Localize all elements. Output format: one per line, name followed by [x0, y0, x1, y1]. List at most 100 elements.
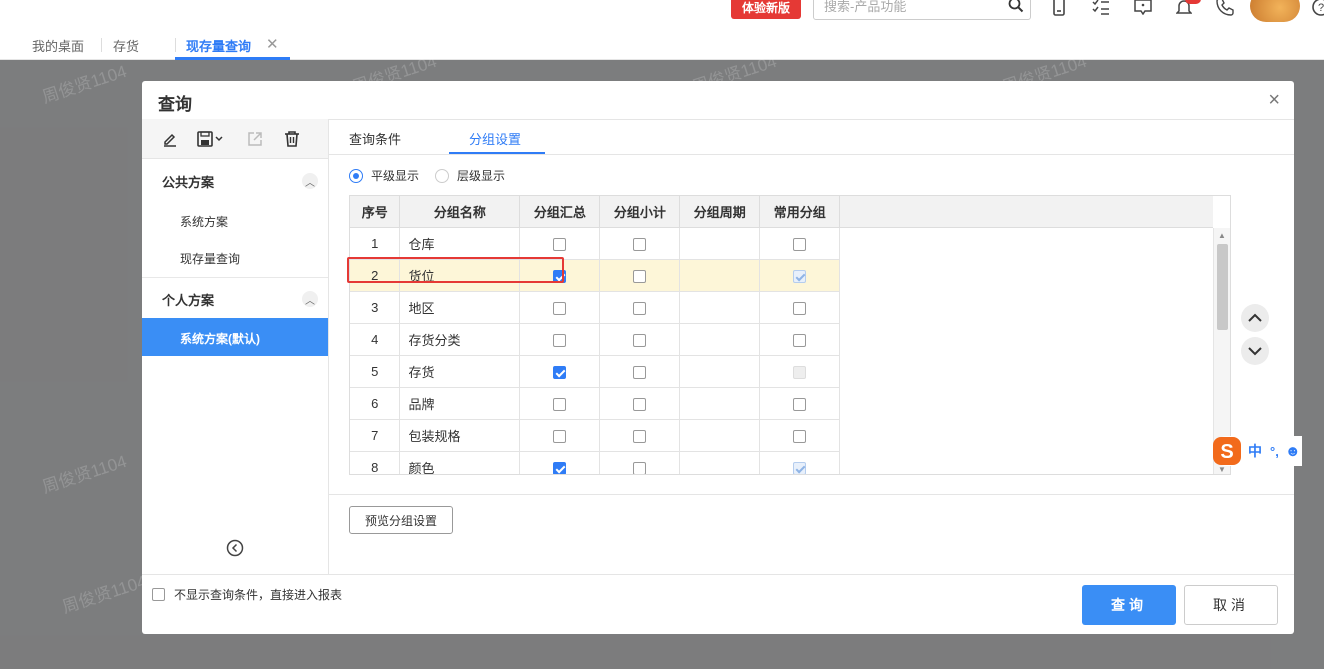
- radio-button[interactable]: [435, 168, 449, 183]
- common-group-checkbox[interactable]: [793, 301, 807, 315]
- group-period-cell[interactable]: [679, 419, 761, 452]
- new-version-button[interactable]: 体验新版: [731, 0, 801, 19]
- group-period-cell[interactable]: [679, 227, 761, 260]
- search-icon[interactable]: [1008, 0, 1024, 16]
- common-group-checkbox[interactable]: [793, 429, 807, 443]
- scheme-item-system[interactable]: 系统方案: [142, 201, 328, 239]
- search-box[interactable]: [813, 0, 1031, 20]
- group-subtotal-cell[interactable]: [599, 355, 681, 388]
- group-subtotal-cell[interactable]: [599, 419, 681, 452]
- group-period-cell[interactable]: [679, 323, 761, 356]
- group-summary-cell[interactable]: [519, 451, 601, 474]
- table-row[interactable]: 8 颜色: [350, 451, 1230, 474]
- scheme-item-stock-query[interactable]: 现存量查询: [142, 238, 328, 276]
- move-up-button[interactable]: [1241, 304, 1269, 332]
- preview-group-settings-button[interactable]: 预览分组设置: [349, 506, 453, 534]
- group-summary-checkbox[interactable]: [553, 429, 567, 443]
- common-group-cell[interactable]: [759, 227, 841, 260]
- group-summary-checkbox[interactable]: [553, 461, 567, 474]
- tab-close-icon[interactable]: ✕: [266, 35, 279, 53]
- common-group-cell[interactable]: [759, 451, 841, 474]
- personal-scheme-section[interactable]: 个人方案 ︿: [142, 278, 328, 318]
- table-row[interactable]: 7 包装规格: [350, 419, 1230, 452]
- common-group-cell[interactable]: [759, 291, 841, 324]
- scroll-down-icon[interactable]: ▼: [1218, 465, 1226, 474]
- move-down-button[interactable]: [1241, 337, 1269, 365]
- export-icon[interactable]: [243, 127, 267, 151]
- group-subtotal-cell[interactable]: [599, 259, 681, 292]
- group-subtotal-cell[interactable]: [599, 227, 681, 260]
- common-group-cell[interactable]: [759, 259, 841, 292]
- group-subtotal-checkbox[interactable]: [633, 461, 647, 474]
- group-summary-checkbox[interactable]: [553, 237, 567, 251]
- group-summary-checkbox[interactable]: [553, 301, 567, 315]
- mobile-icon[interactable]: [1048, 0, 1070, 18]
- checklist-icon[interactable]: [1090, 0, 1112, 18]
- scheme-item-system-default[interactable]: 系统方案(默认): [142, 318, 328, 356]
- group-summary-cell[interactable]: [519, 227, 601, 260]
- table-row[interactable]: 3 地区: [350, 291, 1230, 324]
- close-icon[interactable]: ×: [1268, 89, 1280, 112]
- group-period-cell[interactable]: [679, 451, 761, 474]
- collapse-panel-icon[interactable]: [226, 539, 244, 560]
- group-subtotal-checkbox[interactable]: [633, 365, 647, 379]
- tab-inventory[interactable]: 存货: [113, 36, 139, 55]
- group-summary-checkbox[interactable]: [553, 397, 567, 411]
- group-summary-cell[interactable]: [519, 355, 601, 388]
- query-button[interactable]: 查询: [1082, 585, 1176, 625]
- tab-group-settings[interactable]: 分组设置: [469, 129, 521, 148]
- group-subtotal-checkbox[interactable]: [633, 269, 647, 283]
- public-scheme-section[interactable]: 公共方案 ︿: [142, 160, 328, 200]
- scroll-up-icon[interactable]: ▲: [1218, 231, 1226, 240]
- group-period-cell[interactable]: [679, 259, 761, 292]
- help-icon[interactable]: ?: [1310, 0, 1324, 18]
- tab-query-conditions[interactable]: 查询条件: [349, 129, 401, 148]
- common-group-checkbox[interactable]: [793, 333, 807, 347]
- scrollbar-thumb[interactable]: [1217, 244, 1228, 330]
- search-input[interactable]: [824, 0, 1004, 17]
- table-row[interactable]: 1 仓库: [350, 227, 1230, 260]
- phone-icon[interactable]: [1214, 0, 1236, 18]
- group-summary-cell[interactable]: [519, 419, 601, 452]
- group-subtotal-checkbox[interactable]: [633, 429, 647, 443]
- message-icon[interactable]: [1132, 0, 1154, 18]
- group-period-cell[interactable]: [679, 291, 761, 324]
- common-group-cell[interactable]: [759, 323, 841, 356]
- cancel-button[interactable]: 取消: [1184, 585, 1278, 625]
- group-period-cell[interactable]: [679, 387, 761, 420]
- group-summary-checkbox[interactable]: [553, 365, 567, 379]
- common-group-checkbox[interactable]: [793, 237, 807, 251]
- tab-desktop[interactable]: 我的桌面: [32, 36, 84, 55]
- group-subtotal-cell[interactable]: [599, 451, 681, 474]
- group-subtotal-checkbox[interactable]: [633, 237, 647, 251]
- common-group-cell[interactable]: [759, 387, 841, 420]
- group-subtotal-cell[interactable]: [599, 323, 681, 356]
- edit-icon[interactable]: [158, 127, 182, 151]
- group-summary-cell[interactable]: [519, 291, 601, 324]
- group-summary-cell[interactable]: [519, 387, 601, 420]
- group-subtotal-checkbox[interactable]: [633, 333, 647, 347]
- common-group-checkbox[interactable]: [793, 397, 807, 411]
- chevron-up-icon[interactable]: ︿: [302, 173, 318, 189]
- radio-tree-display[interactable]: 层级显示: [435, 167, 505, 184]
- group-subtotal-cell[interactable]: [599, 387, 681, 420]
- table-row[interactable]: 6 品牌: [350, 387, 1230, 420]
- table-row[interactable]: 5 存货: [350, 355, 1230, 388]
- avatar[interactable]: [1250, 0, 1300, 22]
- radio-flat-display[interactable]: 平级显示: [349, 167, 419, 184]
- ime-toolbar[interactable]: S 中 °, ☻: [1212, 436, 1302, 466]
- common-group-cell[interactable]: [759, 419, 841, 452]
- group-subtotal-checkbox[interactable]: [633, 397, 647, 411]
- skip-conditions-checkbox[interactable]: [152, 588, 165, 601]
- delete-icon[interactable]: [280, 127, 304, 151]
- table-row[interactable]: 4 存货分类: [350, 323, 1230, 356]
- common-group-cell[interactable]: [759, 355, 841, 388]
- group-subtotal-cell[interactable]: [599, 291, 681, 324]
- save-icon[interactable]: [195, 127, 227, 151]
- tab-stock-query[interactable]: 现存量查询: [186, 36, 251, 55]
- group-subtotal-checkbox[interactable]: [633, 301, 647, 315]
- group-summary-checkbox[interactable]: [553, 333, 567, 347]
- radio-button[interactable]: [349, 168, 363, 183]
- chevron-up-icon[interactable]: ︿: [302, 291, 318, 307]
- group-period-cell[interactable]: [679, 355, 761, 388]
